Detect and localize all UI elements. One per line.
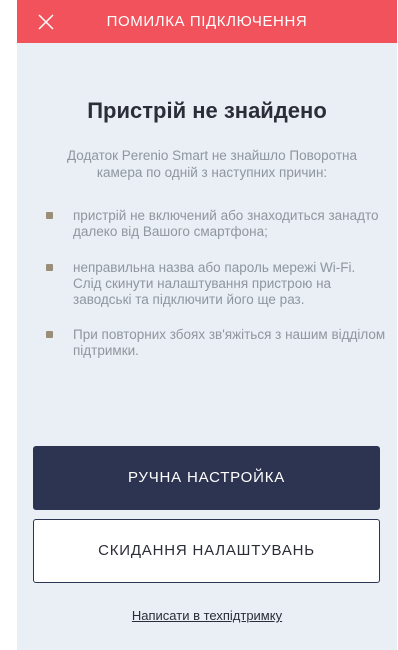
bullet-icon [46, 331, 53, 338]
error-description: Додаток Perenio Smart не знайшло Поворот… [67, 148, 357, 180]
support-link[interactable]: Написати в техпідтримку [17, 608, 397, 623]
bullet-icon [46, 212, 53, 219]
reason-text: При повторних збоях зв'яжіться з нашим в… [73, 327, 386, 358]
page-title: Пристрій не знайдено [87, 98, 327, 123]
reason-item: неправильна назва або пароль мережі Wi-F… [46, 260, 386, 308]
reset-settings-button[interactable]: СКИДАННЯ НАЛАШТУВАНЬ [33, 519, 380, 583]
bullet-icon [46, 264, 53, 271]
reason-text: пристрій не включений або знаходиться за… [73, 208, 379, 239]
reason-text: неправильна назва або пароль мережі Wi-F… [73, 260, 356, 307]
reasons-list: пристрій не включений або знаходиться за… [46, 208, 386, 379]
header-title: ПОМИЛКА ПІДКЛЮЧЕННЯ [106, 13, 308, 30]
reason-item: При повторних збоях зв'яжіться з нашим в… [46, 327, 386, 359]
reason-item: пристрій не включений або знаходиться за… [46, 208, 386, 240]
manual-setup-button[interactable]: РУЧНА НАСТРОЙКА [33, 446, 380, 510]
connection-error-screen: ПОМИЛКА ПІДКЛЮЧЕННЯ Пристрій не знайдено… [17, 0, 397, 650]
header-bar: ПОМИЛКА ПІДКЛЮЧЕННЯ [17, 0, 397, 43]
